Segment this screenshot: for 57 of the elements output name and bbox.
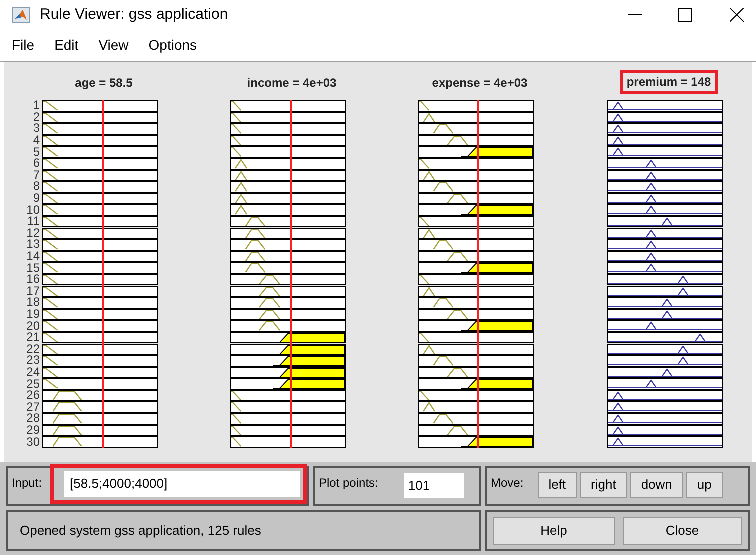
move-label: Move:	[491, 475, 524, 492]
input-value-line[interactable]	[477, 100, 478, 448]
menu-item[interactable]: View	[98, 35, 129, 56]
window-title: Rule Viewer: gss application	[40, 4, 228, 25]
move-button[interactable]: left	[538, 472, 578, 498]
menu-item[interactable]: Options	[148, 35, 198, 56]
rule-number: 18	[26, 297, 40, 308]
move-button[interactable]: up	[686, 472, 723, 498]
rule-number: 22	[26, 344, 40, 355]
rule-number: 10	[26, 204, 40, 216]
rule-number: 19	[26, 308, 40, 320]
input-label: Input:	[12, 475, 42, 492]
rule-number: 27	[26, 402, 40, 413]
plot-points-label: Plot points:	[319, 475, 378, 492]
rule-number: 12	[26, 228, 40, 239]
move-button[interactable]: right	[580, 472, 628, 498]
menu-item[interactable]: Edit	[54, 35, 79, 56]
maximize-icon[interactable]	[678, 8, 692, 22]
rule-number: 1	[32, 100, 40, 112]
rule-number: 20	[26, 320, 40, 332]
input-value-line[interactable]	[290, 100, 292, 448]
rule-number: 17	[26, 286, 40, 297]
variable-title: age = 58.5	[75, 75, 133, 92]
input-field[interactable]: [58.5;4000;4000]	[50, 464, 307, 504]
dialog-button[interactable]: Help	[493, 516, 615, 544]
variable-title: income = 4e+03	[247, 75, 337, 92]
rule-number: 3	[32, 123, 40, 134]
rule-number: 7	[32, 170, 40, 181]
app-logo-icon	[12, 7, 30, 23]
plot-points-field[interactable]: 101	[404, 473, 464, 498]
rule-number: 9	[32, 193, 40, 204]
rule-number: 2	[32, 112, 40, 123]
rule-number: 15	[26, 262, 40, 274]
rule-number: 26	[26, 390, 40, 402]
rule-number: 24	[26, 366, 40, 378]
rule-number: 4	[32, 135, 40, 146]
status-bar: Opened system gss application, 125 rules	[6, 510, 481, 551]
variable-title: premium = 148	[620, 70, 718, 94]
dialog-button[interactable]: Close	[623, 516, 742, 544]
variable-title: expense = 4e+03	[432, 75, 528, 92]
rule-number: 29	[26, 424, 40, 436]
move-button[interactable]: down	[630, 472, 684, 498]
rule-number: 16	[26, 274, 40, 286]
rule-number: 21	[26, 332, 40, 344]
rule-number: 14	[26, 251, 40, 262]
menu-item[interactable]: File	[12, 35, 35, 56]
rule-number: 11	[26, 216, 40, 228]
rule-number: 13	[26, 239, 40, 250]
rule-number: 23	[26, 355, 40, 366]
rule-number: 30	[26, 436, 40, 448]
input-value-line[interactable]	[102, 100, 104, 448]
rule-number: 25	[26, 378, 40, 390]
rule-number: 6	[32, 158, 40, 170]
close-icon[interactable]	[730, 8, 744, 22]
rule-number: 8	[32, 181, 40, 192]
rule-number: 28	[26, 413, 40, 424]
rule-number: 5	[32, 146, 40, 158]
